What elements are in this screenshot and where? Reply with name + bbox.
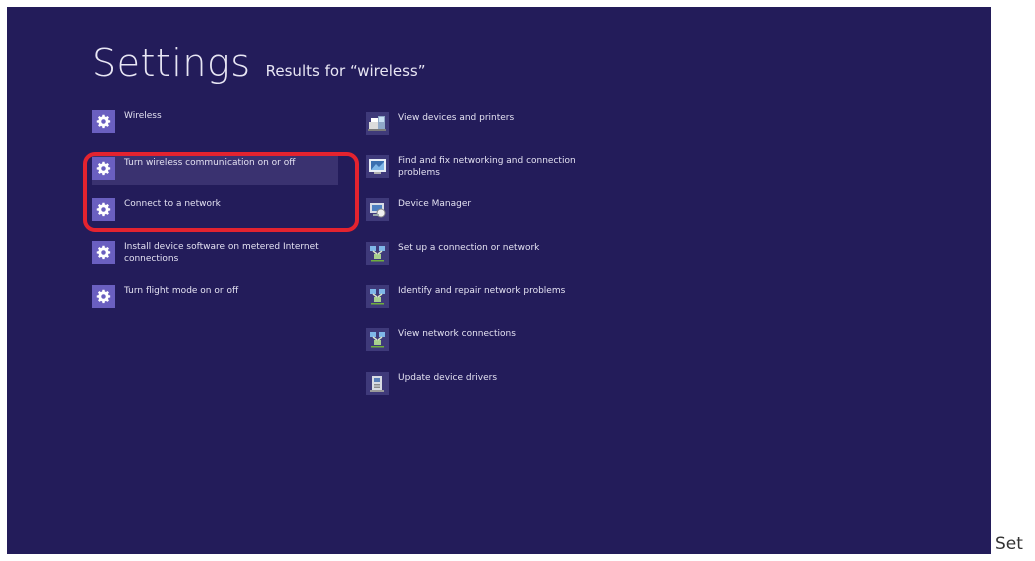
network-icon [366, 328, 389, 351]
network-icon [366, 285, 389, 308]
result-view-devices-printers[interactable]: View devices and printers [366, 112, 616, 135]
result-wireless[interactable]: Wireless [92, 110, 342, 133]
result-flight-mode[interactable]: Turn flight mode on or off [92, 285, 342, 308]
result-setup-connection[interactable]: Set up a connection or network [366, 242, 616, 265]
network-icon [366, 242, 389, 265]
device-manager-icon [366, 198, 389, 221]
result-find-fix-networking[interactable]: Find and fix networking and connection p… [366, 155, 611, 179]
result-label: Wireless [124, 111, 162, 121]
devices-printers-icon [366, 112, 389, 135]
result-view-network-connections[interactable]: View network connections [366, 328, 616, 351]
result-label: Turn flight mode on or off [124, 286, 239, 296]
result-label: Install device software on metered Inter… [124, 242, 319, 264]
result-device-manager[interactable]: Device Manager [366, 198, 616, 221]
result-label: Set up a connection or network [398, 243, 540, 253]
result-label: Update device drivers [398, 373, 498, 383]
result-label: Identify and repair network problems [398, 286, 566, 296]
gear-icon [92, 157, 115, 180]
result-label: Turn wireless communication on or off [124, 158, 296, 168]
search-header: Settings Results for “wireless” [92, 41, 426, 85]
result-connect-to-network[interactable]: Connect to a network [92, 198, 342, 221]
page-title: Settings [92, 41, 251, 85]
result-label: Connect to a network [124, 199, 221, 209]
result-label: Device Manager [398, 199, 472, 209]
result-update-device-drivers[interactable]: Update device drivers [366, 372, 616, 395]
troubleshoot-icon [366, 155, 389, 178]
gear-icon [92, 198, 115, 221]
gear-icon [92, 285, 115, 308]
result-label: Find and fix networking and connection p… [398, 156, 576, 178]
gear-icon [92, 110, 115, 133]
gear-icon [92, 241, 115, 264]
result-label: View devices and printers [398, 113, 515, 123]
search-results-screen: Settings Results for “wireless” Wireless… [7, 7, 991, 554]
result-turn-wireless-on-off[interactable]: Turn wireless communication on or off [92, 155, 338, 185]
driver-update-icon [366, 372, 389, 395]
caption-text: Set [995, 534, 1023, 554]
result-install-device-software-metered[interactable]: Install device software on metered Inter… [92, 241, 347, 265]
search-subtitle: Results for “wireless” [265, 62, 426, 80]
result-label: View network connections [398, 329, 516, 339]
result-identify-repair[interactable]: Identify and repair network problems [366, 285, 616, 308]
